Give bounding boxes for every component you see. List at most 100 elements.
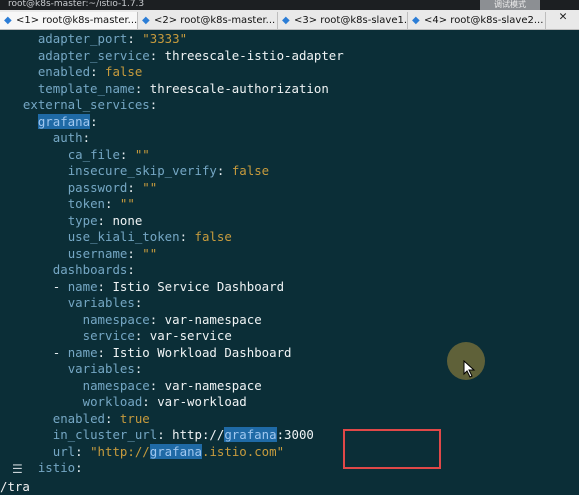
terminal-line: enabled: false (8, 64, 579, 81)
terminal-line: template_name: threescale-authorization (8, 81, 579, 98)
terminal-line: ca_file: "" (8, 147, 579, 164)
menu-icon[interactable]: ☰ (12, 462, 24, 476)
yaml-separator: : (134, 295, 143, 310)
yaml-separator: : (90, 64, 105, 79)
yaml-separator: : (127, 245, 143, 261)
yaml-separator: : (90, 113, 98, 129)
yaml-value: var-service (149, 328, 232, 343)
terminal-line: url: "http://grafana.istio.com" (8, 443, 579, 461)
yaml-key: enabled (37, 64, 91, 79)
yaml-separator: : (134, 80, 150, 96)
yaml-value: true (119, 410, 150, 426)
yaml-value: "3333" (142, 31, 188, 46)
tab-4[interactable]: ◆ <4> root@k8s-slave2... (408, 12, 546, 29)
yaml-separator: : (134, 361, 143, 376)
yaml-separator: : (157, 427, 173, 442)
terminal-line: token: "" (8, 196, 579, 213)
terminal-line: variables: (8, 295, 579, 312)
yaml-key: enabled (52, 410, 105, 426)
terminal-line: istio: (8, 460, 579, 477)
tab-2[interactable]: ◆ <2> root@k8s-master... (138, 12, 278, 29)
search-match: grafana (224, 427, 277, 442)
terminal-gutter (0, 30, 4, 495)
yaml-key: namespace (82, 311, 150, 327)
line-indent: - (8, 344, 68, 360)
tab-1[interactable]: ◆ <1> root@k8s-master... (0, 12, 138, 29)
terminal-icon: ◆ (282, 15, 290, 26)
terminal-line: username: "" (8, 246, 579, 263)
yaml-value: var-namespace (164, 377, 262, 393)
yaml-separator: : (179, 229, 195, 244)
terminal-line: variables: (8, 361, 579, 378)
close-icon[interactable]: ✕ (547, 9, 579, 27)
yaml-key: ca_file (67, 146, 120, 162)
yaml-value: threescale-authorization (149, 80, 329, 96)
yaml-value: var-namespace (164, 311, 262, 327)
terminal-line: insecure_skip_verify: false (8, 163, 579, 180)
yaml-key: workload (82, 394, 143, 409)
yaml-key: service (82, 328, 135, 343)
yaml-key: variables (67, 295, 135, 310)
yaml-separator: : (82, 130, 91, 145)
yaml-value: none (112, 212, 143, 228)
terminal-icon: ◆ (142, 15, 150, 26)
yaml-value: Istio Service Dashboard (112, 278, 285, 294)
yaml-separator: : (104, 410, 120, 426)
terminal-icon: ◆ (4, 15, 12, 26)
terminal-line: in_cluster_url: http://grafana:3000 (8, 427, 579, 444)
yaml-key: name (67, 278, 98, 294)
yaml-separator: : (149, 377, 165, 393)
yaml-value: threescale-istio-adapter (164, 47, 344, 63)
yaml-key: name (67, 344, 98, 360)
yaml-key: template_name (37, 80, 135, 96)
yaml-separator: : (216, 163, 232, 178)
terminal-icon: ◆ (412, 15, 420, 26)
debug-notice: 调试模式 (480, 0, 540, 10)
tab-bar: ◆ <1> root@k8s-master... ◆ <2> root@k8s-ma… (0, 9, 579, 30)
yaml-separator: : (75, 443, 91, 459)
yaml-key: grafana (37, 113, 91, 129)
terminal-line: type: none (8, 213, 579, 230)
yaml-key: password (67, 179, 128, 195)
mouse-pointer-icon (463, 360, 476, 378)
yaml-key: type (67, 212, 98, 228)
terminal-line: adapter_port: "3333" (8, 31, 579, 48)
terminal-line: - name: Istio Service Dashboard (8, 279, 579, 296)
search-match: grafana (149, 443, 202, 459)
terminal-output[interactable]: adapter_port: "3333" adapter_service: th… (8, 31, 579, 481)
tab-label: <2> root@k8s-master... (154, 15, 276, 26)
terminal-line: grafana: (8, 113, 579, 131)
command-line[interactable]: /tra (0, 478, 579, 495)
yaml-key: namespace (82, 377, 150, 393)
tab-label: <1> root@k8s-master... (16, 15, 138, 26)
terminal-line: adapter_service: threescale-istio-adapte… (8, 48, 579, 65)
tab-3[interactable]: ◆ <3> root@k8s-slave1... (278, 12, 408, 29)
yaml-separator: : (149, 47, 165, 63)
yaml-separator: : (105, 196, 120, 211)
yaml-key: auth (52, 130, 83, 145)
yaml-key: adapter_port (37, 31, 128, 46)
yaml-value: "" (134, 146, 150, 162)
tab-label: <4> root@k8s-slave2... (424, 15, 544, 26)
yaml-separator: : (142, 394, 158, 409)
yaml-separator: : (134, 328, 150, 343)
terminal-line: workload: var-workload (8, 394, 579, 411)
yaml-separator: : (97, 278, 113, 294)
yaml-separator: : (127, 262, 135, 277)
yaml-key: variables (67, 361, 135, 376)
yaml-value: Istio Workload Dashboard (112, 344, 292, 360)
